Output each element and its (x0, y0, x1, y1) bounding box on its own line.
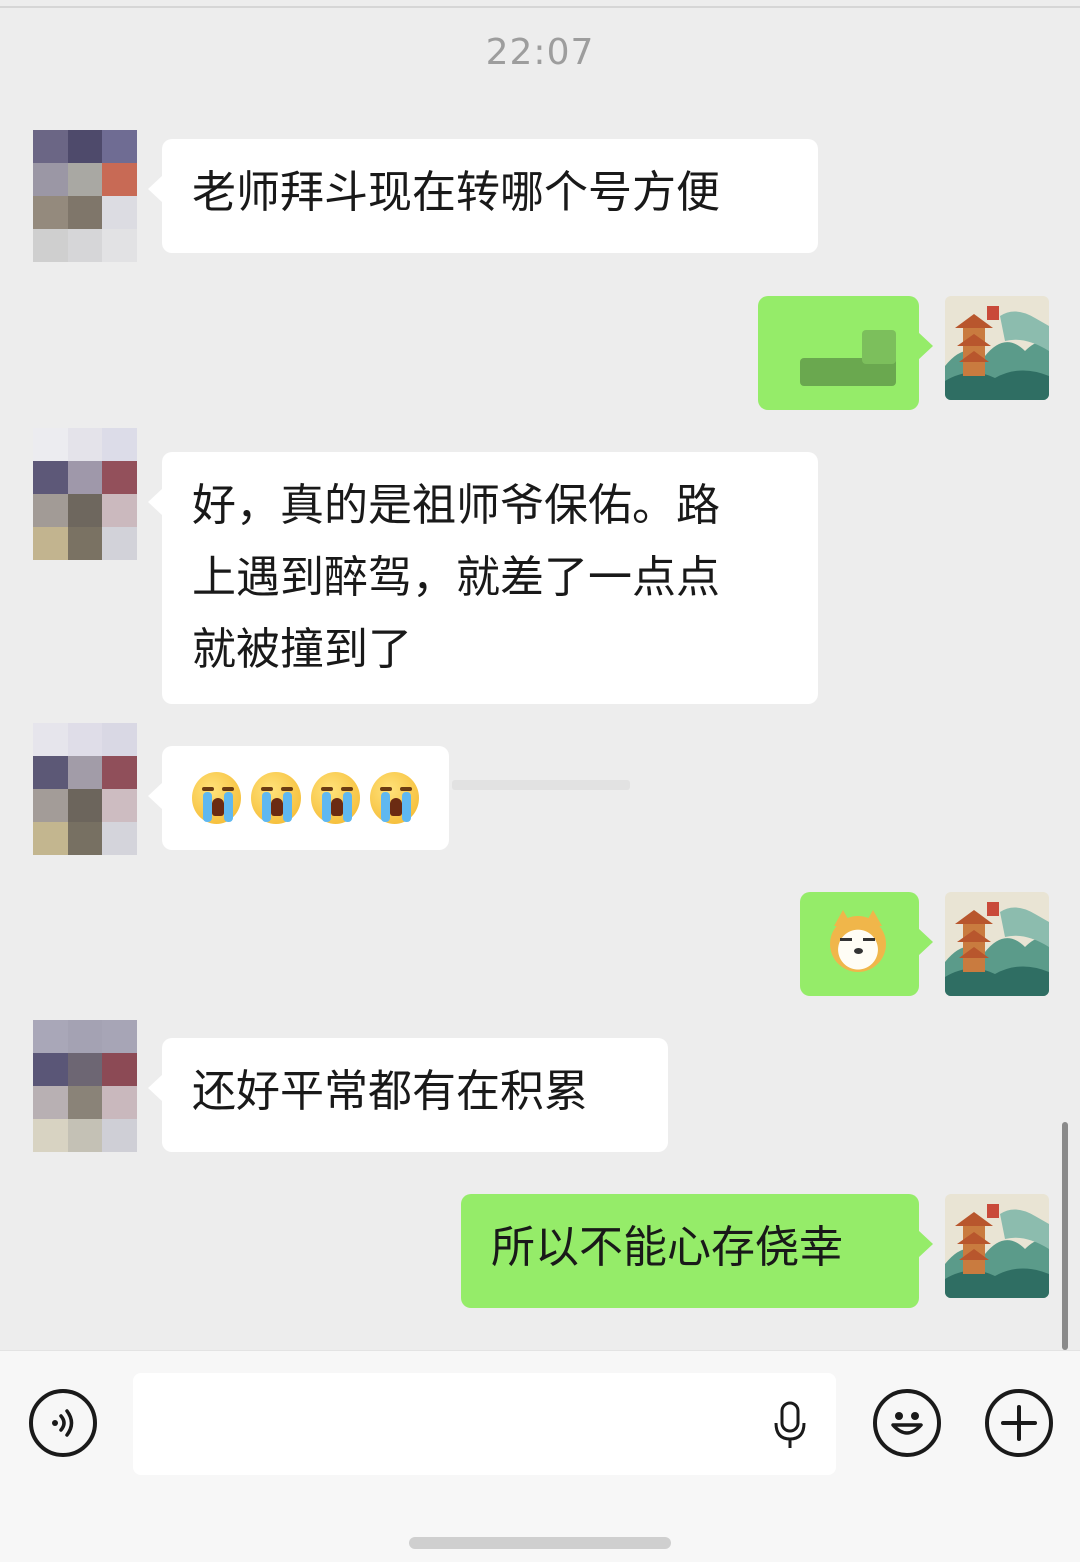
message-bubble[interactable]: 所以不能心存侥幸 (461, 1194, 933, 1308)
smiley-icon (891, 1412, 923, 1435)
message-bubble-blurred[interactable] (758, 296, 933, 410)
my-avatar[interactable] (945, 296, 1049, 400)
status-divider (0, 0, 1080, 8)
crying-face-icon (310, 772, 360, 824)
message-text: 老师拜斗现在转哪个号方便 (192, 167, 720, 218)
doge-emoji-icon (830, 910, 886, 972)
contact-avatar[interactable] (33, 723, 137, 855)
contact-avatar[interactable] (33, 1020, 137, 1152)
message-input[interactable] (133, 1373, 836, 1475)
input-bar (0, 1350, 1080, 1562)
chat-timestamp: 22:07 (485, 32, 595, 73)
my-avatar[interactable] (945, 1194, 1049, 1298)
home-indicator[interactable] (409, 1537, 671, 1549)
blurred-content (862, 330, 896, 364)
contact-avatar[interactable] (33, 130, 137, 262)
voice-toggle-button[interactable] (29, 1389, 97, 1457)
message-text-line: 就被撞到了 (192, 624, 412, 675)
my-avatar[interactable] (945, 892, 1049, 996)
emoji-button[interactable] (873, 1389, 941, 1457)
message-bubble[interactable]: 还好平常都有在积累 (148, 1038, 668, 1152)
message-bubble[interactable]: 老师拜斗现在转哪个号方便 (148, 139, 818, 253)
crying-face-icon (251, 772, 301, 824)
message-text-line: 上遇到醉驾，就差了一点点 (192, 552, 720, 603)
microphone-icon[interactable] (770, 1401, 810, 1455)
message-bubble[interactable]: 好，真的是祖师爷保佑。路 上遇到醉驾，就差了一点点 就被撞到了 (148, 452, 818, 704)
message-bubble[interactable] (800, 892, 933, 996)
crying-face-icon (192, 772, 242, 824)
message-text: 所以不能心存侥幸 (491, 1222, 843, 1273)
message-text: 还好平常都有在积累 (192, 1066, 588, 1117)
message-text-line: 好，真的是祖师爷保佑。路 (192, 480, 720, 531)
crying-face-icon (369, 772, 419, 824)
message-bubble[interactable] (148, 746, 449, 850)
blurred-content (452, 780, 630, 790)
contact-avatar[interactable] (33, 428, 137, 560)
voice-icon (52, 1409, 74, 1437)
scrollbar[interactable] (1062, 1122, 1068, 1350)
more-button[interactable] (985, 1389, 1053, 1457)
plus-icon (1001, 1405, 1037, 1441)
